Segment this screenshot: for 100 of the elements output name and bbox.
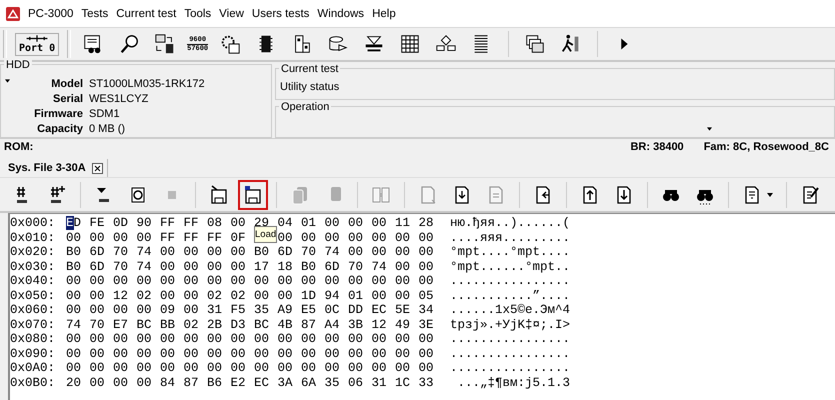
hex-byte[interactable]: 00	[372, 216, 387, 230]
hex-byte[interactable]: 70	[348, 260, 364, 274]
hex-byte[interactable]: 00	[348, 274, 364, 288]
hex-byte[interactable]: 00	[90, 376, 105, 390]
hex-byte[interactable]: 00	[66, 274, 82, 288]
menu-item[interactable]: Tools	[184, 8, 212, 20]
hex-byte[interactable]: 00	[184, 245, 199, 259]
hex-byte[interactable]: 00	[184, 332, 199, 346]
hex-byte[interactable]: 00	[136, 230, 152, 244]
hex-byte[interactable]: 00	[324, 332, 340, 346]
hex-byte[interactable]: 00	[395, 361, 410, 375]
hex-byte[interactable]: 08	[207, 216, 222, 230]
hex-byte[interactable]: 00	[324, 346, 340, 360]
hex-byte[interactable]: 00	[113, 274, 128, 288]
hex-byte[interactable]: B0	[301, 260, 316, 274]
hex-byte[interactable]: 87	[301, 318, 316, 332]
menu-item[interactable]: Windows	[317, 8, 364, 20]
hex-byte[interactable]: 00	[207, 346, 222, 360]
hex-byte[interactable]: 0D	[113, 216, 128, 230]
dropdown-arrow-icon[interactable]	[707, 127, 712, 131]
hex-byte[interactable]: B0	[66, 260, 82, 274]
hex-byte[interactable]: EC	[254, 376, 270, 390]
hex-byte[interactable]: 00	[278, 288, 293, 302]
hex-byte[interactable]: 00	[230, 260, 246, 274]
hex-byte[interactable]: 00	[395, 245, 410, 259]
hex-byte[interactable]: 6D	[90, 260, 105, 274]
menu-item[interactable]: Current test	[116, 8, 176, 20]
hex-byte[interactable]: 00	[230, 274, 246, 288]
hex-byte[interactable]: 00	[66, 332, 82, 346]
hex-byte[interactable]: 33	[418, 376, 434, 390]
hex-byte[interactable]: 00	[418, 260, 434, 274]
hex-byte[interactable]: 00	[66, 346, 82, 360]
hex-byte[interactable]: 00	[184, 288, 199, 302]
hex-byte[interactable]: 00	[348, 230, 364, 244]
hex-byte[interactable]: 00	[348, 245, 364, 259]
hex-byte[interactable]: 00	[160, 332, 176, 346]
hex-byte[interactable]: 01	[348, 288, 364, 302]
hex-byte[interactable]: 00	[136, 332, 152, 346]
hex-byte[interactable]: D3	[230, 318, 246, 332]
hex-byte[interactable]: 00	[113, 361, 128, 375]
hex-byte[interactable]: 00	[207, 260, 222, 274]
hex-byte[interactable]: 3B	[348, 318, 364, 332]
hex-byte[interactable]: 00	[348, 346, 364, 360]
hex-byte[interactable]: 31	[372, 376, 387, 390]
hex-byte[interactable]: 00	[278, 230, 293, 244]
hex-byte[interactable]: E2	[230, 376, 246, 390]
hex-byte[interactable]: B0	[66, 245, 82, 259]
hex-byte[interactable]: 00	[66, 361, 82, 375]
hex-byte[interactable]: 34	[418, 303, 434, 317]
hex-byte[interactable]: 00	[278, 332, 293, 346]
hex-byte[interactable]: 1D	[301, 288, 316, 302]
hex-byte[interactable]: 00	[395, 346, 410, 360]
hex-byte[interactable]: 94	[324, 288, 340, 302]
close-icon[interactable]	[92, 162, 103, 174]
hex-byte[interactable]: FF	[184, 230, 199, 244]
hex-byte[interactable]: 00	[372, 230, 387, 244]
hex-byte[interactable]: 00	[90, 274, 105, 288]
hex-byte[interactable]: 74	[324, 245, 340, 259]
hex-byte[interactable]: BB	[160, 318, 176, 332]
hex-byte[interactable]: 00	[136, 346, 152, 360]
hex-byte[interactable]: 20	[66, 376, 82, 390]
hex-byte[interactable]: 90	[136, 216, 152, 230]
hex-byte[interactable]: 6D	[278, 245, 293, 259]
hex-byte[interactable]: 00	[90, 230, 105, 244]
hex-byte[interactable]: 09	[160, 303, 176, 317]
port-button[interactable]: Port 0	[15, 32, 60, 56]
hex-byte[interactable]: 31	[207, 303, 222, 317]
hex-byte[interactable]: 00	[418, 274, 434, 288]
load-button[interactable]	[238, 180, 268, 210]
hex-byte[interactable]: 00	[301, 346, 316, 360]
hex-byte[interactable]: 00	[348, 361, 364, 375]
hex-byte[interactable]: 00	[90, 303, 105, 317]
hex-byte[interactable]: 00	[278, 346, 293, 360]
hex-byte[interactable]: 1C	[395, 376, 410, 390]
hex-byte[interactable]: 00	[301, 274, 316, 288]
hex-byte[interactable]: 2B	[207, 318, 222, 332]
hex-byte[interactable]: 12	[113, 288, 128, 302]
hex-byte[interactable]: 00	[254, 361, 270, 375]
hex-byte[interactable]: 00	[254, 288, 270, 302]
hex-byte[interactable]: 02	[207, 288, 222, 302]
hex-byte[interactable]: 02	[184, 318, 199, 332]
hex-byte[interactable]: 00	[418, 346, 434, 360]
hex-byte[interactable]: 6A	[301, 376, 316, 390]
hex-byte[interactable]: 28	[418, 216, 434, 230]
hex-byte[interactable]: 00	[207, 274, 222, 288]
hex-byte[interactable]: 00	[207, 332, 222, 346]
hex-byte[interactable]: 00	[230, 346, 246, 360]
hex-byte[interactable]: 00	[395, 260, 410, 274]
hex-byte[interactable]: 11	[395, 216, 410, 230]
menu-item[interactable]: Users tests	[252, 8, 310, 20]
hex-byte[interactable]: 00	[184, 346, 199, 360]
hex-byte[interactable]: 00	[372, 346, 387, 360]
hex-byte[interactable]: BC	[254, 318, 270, 332]
hex-byte[interactable]: FE	[90, 216, 105, 230]
hex-byte[interactable]: 00	[278, 274, 293, 288]
hex-byte[interactable]: 00	[113, 376, 128, 390]
hex-byte[interactable]: 00	[372, 361, 387, 375]
hex-byte[interactable]: 00	[160, 361, 176, 375]
hex-byte[interactable]: 00	[254, 274, 270, 288]
hex-byte[interactable]: 00	[90, 346, 105, 360]
